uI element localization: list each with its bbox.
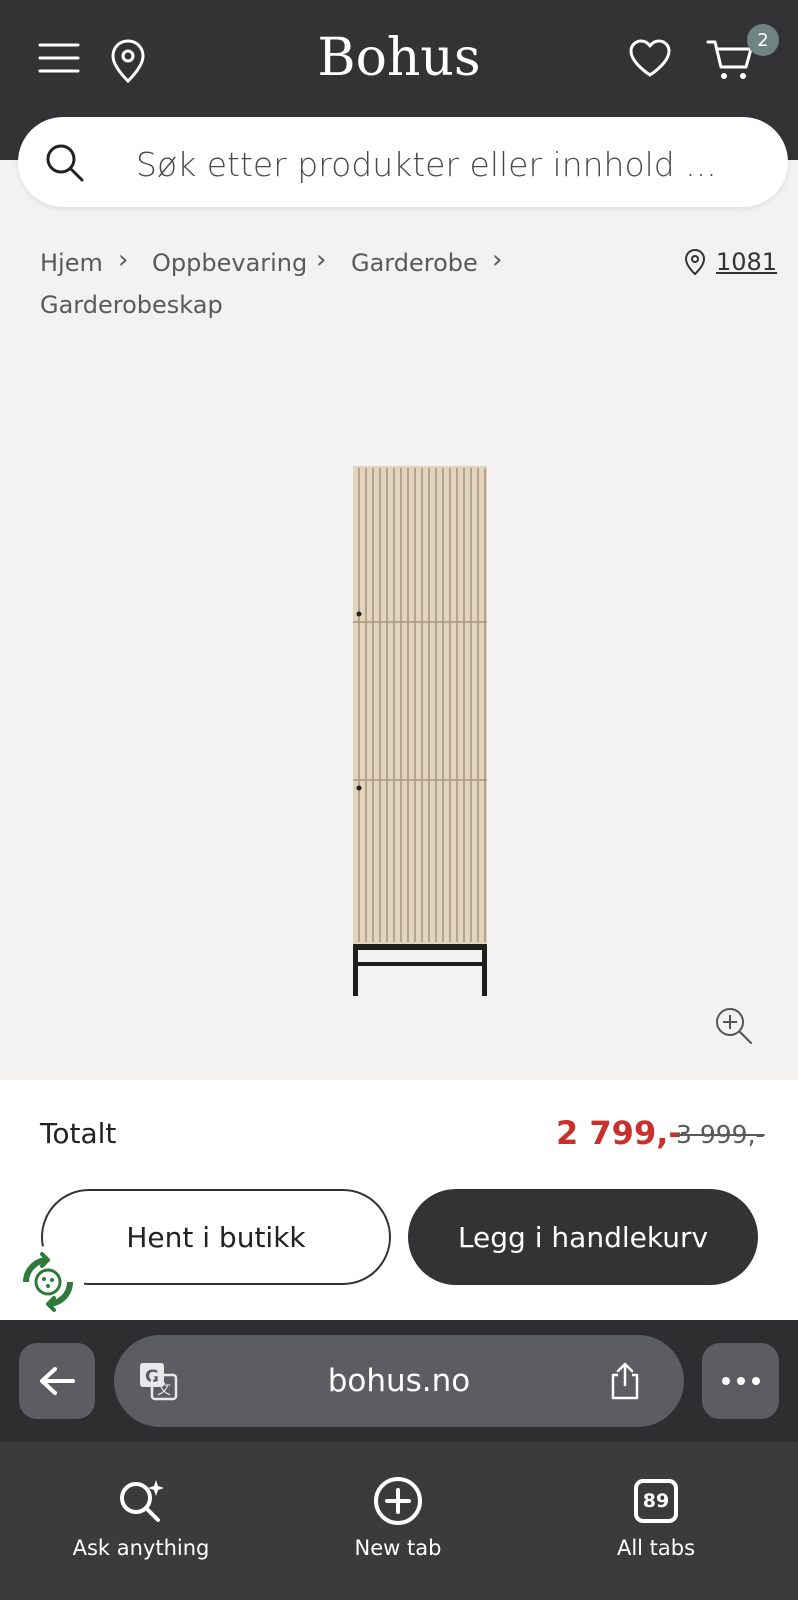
search-input[interactable]: Søk etter produkter eller innhold ...: [18, 117, 788, 207]
chevron-right-icon: ›: [492, 245, 503, 275]
recycle-badge-icon[interactable]: [12, 1246, 84, 1318]
new-tab-button[interactable]: New tab: [298, 1474, 498, 1560]
breadcrumb-wardrobe[interactable]: Garderobe: [351, 249, 478, 277]
address-bar[interactable]: G文 bohus.no: [114, 1335, 684, 1427]
pickup-in-store-button[interactable]: Hent i butikk: [41, 1189, 391, 1285]
store-code[interactable]: 1081: [716, 248, 777, 276]
add-to-cart-button[interactable]: Legg i handlekurv: [408, 1189, 758, 1285]
ask-anything-button[interactable]: Ask anything: [41, 1474, 241, 1560]
store-selector[interactable]: 1081: [684, 248, 777, 276]
cart-count-badge: 2: [747, 24, 779, 56]
zoom-in-icon[interactable]: [714, 1006, 754, 1051]
back-button[interactable]: [19, 1343, 95, 1419]
ellipsis-icon: [721, 1377, 760, 1385]
search-placeholder: Søk etter produkter eller innhold ...: [136, 145, 717, 184]
new-tab-label: New tab: [354, 1536, 442, 1560]
breadcrumb-storage[interactable]: Oppbevaring: [152, 249, 307, 277]
share-icon[interactable]: [608, 1361, 642, 1406]
chevron-right-icon: ›: [316, 245, 327, 275]
total-label: Totalt: [40, 1117, 117, 1150]
all-tabs-label: All tabs: [616, 1536, 696, 1560]
plus-circle-icon: [373, 1474, 423, 1528]
breadcrumb-home[interactable]: Hjem: [40, 249, 103, 277]
more-options-button[interactable]: [702, 1343, 779, 1419]
search-sparkle-icon: [114, 1474, 168, 1528]
tabs-count: 89: [634, 1479, 678, 1523]
original-price: 3 999,-: [676, 1120, 765, 1149]
product-image[interactable]: [350, 466, 490, 996]
arrow-left-icon: [40, 1367, 75, 1395]
ask-anything-label: Ask anything: [72, 1536, 210, 1560]
chevron-right-icon: ›: [118, 245, 129, 275]
tabs-count-icon: 89: [634, 1474, 678, 1528]
all-tabs-button[interactable]: 89 All tabs: [556, 1474, 756, 1560]
sale-price: 2 799,-: [556, 1114, 682, 1152]
heart-icon[interactable]: [628, 38, 672, 78]
breadcrumb-current: Garderobeskap: [40, 291, 223, 319]
bohus-logo[interactable]: Bohus: [0, 28, 798, 88]
search-icon: [44, 142, 86, 189]
location-pin-icon: [684, 248, 706, 276]
url-text[interactable]: bohus.no: [114, 1363, 684, 1399]
